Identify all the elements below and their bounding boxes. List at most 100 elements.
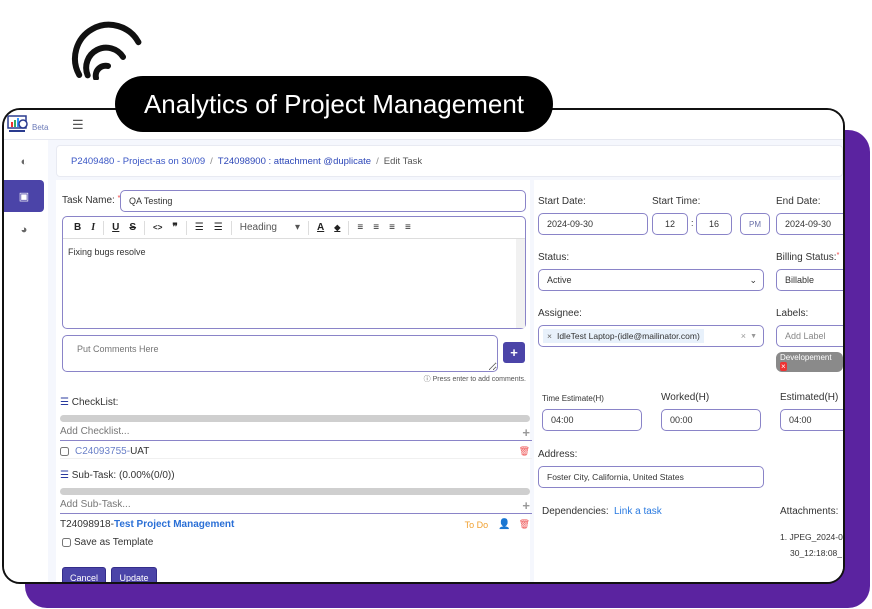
editor-scrollbar[interactable] [516, 239, 525, 328]
underline-button[interactable]: U [107, 222, 124, 233]
status-select[interactable]: Active ⌄ [538, 269, 764, 291]
subtask-progress [60, 488, 530, 495]
plus-icon: + [522, 498, 530, 513]
breadcrumb-task[interactable]: T24098900 : attachment @duplicate [218, 156, 371, 167]
font-color-button[interactable]: A [312, 222, 329, 233]
estimated-input[interactable]: 04:00 [780, 409, 843, 431]
delete-icon[interactable]: 🗑 [519, 519, 530, 530]
task-name-input[interactable]: QA Testing [120, 190, 526, 212]
plus-icon: + [522, 425, 530, 440]
labels-label: Labels: [776, 308, 809, 319]
subtask-title: ☰ Sub-Task: (0.00%(0/0)) [60, 470, 175, 481]
sidebar-item-dashboard[interactable]: ◐ [4, 146, 44, 178]
save-template-checkbox[interactable] [62, 538, 71, 547]
code-button[interactable]: <> [148, 223, 167, 232]
subtask-link[interactable]: Test Project Management [114, 519, 234, 530]
billing-status-select[interactable]: Billable [776, 269, 843, 291]
chevron-down-icon: ⌄ [749, 274, 757, 285]
align-left-button[interactable]: ≡ [352, 222, 368, 233]
task-name-label: Task Name: * [62, 195, 121, 206]
start-time-label: Start Time: [652, 196, 701, 207]
start-date-label: Start Date: [538, 196, 586, 207]
clear-icon[interactable]: × [741, 331, 746, 341]
address-label: Address: [538, 449, 578, 460]
main-content: P2409480 - Project-as on 30/09 / T240989… [48, 140, 843, 582]
ordered-list-button[interactable]: ☰ [190, 222, 209, 233]
hamburger-menu-icon[interactable]: ☰ [72, 117, 84, 133]
start-minute-input[interactable]: 16 [696, 213, 732, 235]
list-icon: ☰ [60, 397, 69, 408]
time-estimate-input[interactable]: 04:00 [542, 409, 642, 431]
description-text[interactable]: Fixing bugs resolve [63, 239, 525, 265]
bold-button[interactable]: B [69, 222, 86, 233]
chevron-down-icon: ▾ [294, 222, 301, 233]
end-date-input[interactable]: 2024-09-30 [776, 213, 843, 235]
assignee-tag: × IdleTest Laptop-(idle@mailinator.com) [543, 329, 704, 343]
status-label: Status: [538, 252, 570, 263]
end-date-label: End Date: [776, 196, 821, 207]
breadcrumb: P2409480 - Project-as on 30/09 / T240989… [56, 145, 843, 177]
assignee-label: Assignee: [538, 308, 582, 319]
overlay-title: Analytics of Project Management [115, 76, 553, 132]
info-icon: ⓘ [423, 376, 431, 383]
address-input[interactable]: Foster City, California, United States [538, 466, 764, 488]
task-details-panel: Start Date: 2024-09-30 Start Time: 12 : … [534, 180, 843, 582]
quote-button[interactable]: ❞ [167, 222, 182, 233]
start-hour-input[interactable]: 12 [652, 213, 688, 235]
checklist-checkbox[interactable] [60, 446, 69, 456]
checklist-item: C24093755 - UAT 🗑 [60, 444, 532, 459]
fill-color-icon[interactable]: ◆ [329, 223, 345, 232]
comment-hint: ⓘ Press enter to add comments. [423, 376, 526, 383]
add-user-icon[interactable]: 👤 [498, 519, 510, 530]
label-tag: Developement × [776, 352, 843, 372]
save-as-template[interactable]: Save as Template [62, 537, 153, 548]
start-date-input[interactable]: 2024-09-30 [538, 213, 648, 235]
sidebar: ◐ ▣ ◕ [4, 140, 44, 582]
bullet-list-button[interactable]: ☰ [209, 222, 228, 233]
app-logo-icon [7, 115, 28, 132]
add-comment-button[interactable]: + [503, 342, 525, 363]
sidebar-item-reports[interactable]: ◕ [4, 214, 44, 246]
attachment-item-cont: 30_12:18:08_ [790, 548, 842, 558]
worked-label: Worked(H) [661, 392, 710, 403]
assignee-select[interactable]: × IdleTest Laptop-(idle@mailinator.com) ×… [538, 325, 764, 347]
pie-chart-icon: ◕ [20, 224, 28, 236]
ampm-toggle[interactable]: PM [740, 213, 770, 235]
italic-button[interactable]: I [86, 222, 100, 233]
signal-waves-icon [72, 21, 142, 80]
task-form-panel: Task Name: * QA Testing B I U S <> ❞ ☰ ☰… [56, 180, 532, 582]
estimated-label: Estimated(H) [780, 392, 839, 403]
comment-input[interactable] [62, 335, 498, 372]
beta-badge: Beta [32, 123, 49, 132]
labels-input[interactable]: Add Label [776, 325, 843, 347]
caret-down-icon[interactable]: ▼ [750, 333, 757, 340]
add-subtask-input[interactable]: Add Sub-Task... + [60, 498, 532, 514]
attachments-label: Attachments: [780, 506, 839, 517]
update-button[interactable]: Update [111, 567, 157, 582]
align-center-button[interactable]: ≡ [368, 222, 384, 233]
app-window: Beta ☰ ◐ ▣ ◕ P2409480 - Project-as on 30… [2, 108, 845, 584]
align-right-button[interactable]: ≡ [384, 222, 400, 233]
link-task-link[interactable]: Link a task [614, 506, 662, 517]
cancel-button[interactable]: Cancel [62, 567, 106, 582]
remove-label-icon[interactable]: × [780, 362, 787, 371]
gauge-icon: ◐ [20, 156, 28, 168]
breadcrumb-current: Edit Task [383, 155, 423, 167]
align-justify-button[interactable]: ≡ [400, 222, 416, 233]
billing-status-label: Billing Status:* [776, 252, 840, 263]
list-icon: ☰ [60, 470, 69, 481]
subtask-status[interactable]: To Do [465, 520, 489, 530]
subtask-item: T24098918 - Test Project Management To D… [60, 519, 530, 530]
editor-toolbar: B I U S <> ❞ ☰ ☰ Heading ▾ A ◆ ≡ ≡ ≡ ≡ [63, 217, 525, 239]
strikethrough-button[interactable]: S [124, 222, 141, 233]
attachment-item[interactable]: 1. JPEG_2024-0 [780, 532, 843, 542]
time-estimate-label: Time Estimate(H) [542, 394, 604, 403]
checklist-progress [60, 415, 530, 422]
delete-icon[interactable]: 🗑 [519, 446, 530, 457]
add-checklist-input[interactable]: Add Checklist... + [60, 425, 532, 441]
heading-dropdown[interactable]: Heading ▾ [235, 222, 305, 233]
sidebar-item-projects[interactable]: ▣ [4, 180, 44, 212]
worked-input[interactable]: 00:00 [661, 409, 761, 431]
breadcrumb-project[interactable]: P2409480 - Project-as on 30/09 [71, 156, 205, 167]
remove-icon[interactable]: × [547, 331, 552, 341]
